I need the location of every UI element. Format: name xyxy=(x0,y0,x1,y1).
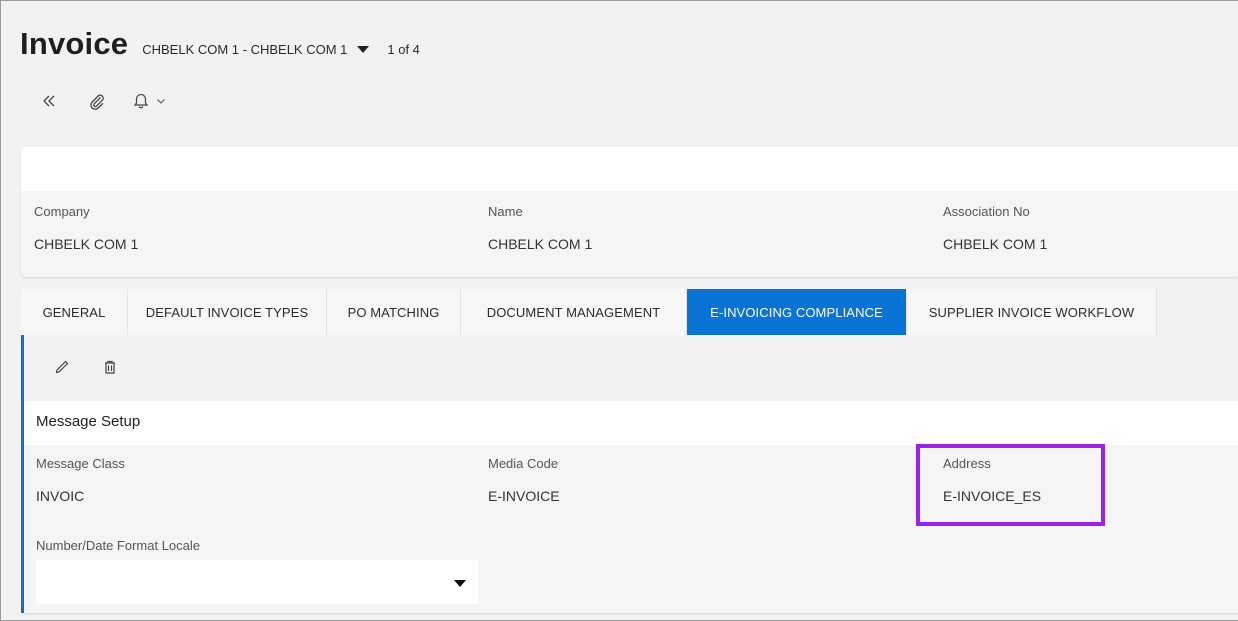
tab-supplier-invoice-workflow[interactable]: SUPPLIER INVOICE WORKFLOW xyxy=(907,289,1157,335)
message-class-value: INVOIC xyxy=(36,488,85,504)
company-label: Company xyxy=(34,204,90,219)
record-selector[interactable]: CHBELK COM 1 - CHBELK COM 1 xyxy=(142,42,370,57)
tab-bar: GENERAL DEFAULT INVOICE TYPES PO MATCHIN… xyxy=(21,289,1157,335)
chevron-down-icon[interactable] xyxy=(156,96,166,106)
caret-down-icon xyxy=(357,46,370,53)
company-field: Company CHBELK COM 1 xyxy=(34,204,138,252)
name-label: Name xyxy=(488,204,523,219)
media-code-field: Media Code E-INVOICE xyxy=(488,456,560,504)
name-field: Name CHBELK COM 1 xyxy=(488,204,592,252)
media-code-value: E-INVOICE xyxy=(488,488,560,504)
address-value: E-INVOICE_ES xyxy=(943,488,1042,504)
tab-document-management[interactable]: DOCUMENT MANAGEMENT xyxy=(461,289,687,335)
tab-default-invoice-types[interactable]: DEFAULT INVOICE TYPES xyxy=(128,289,327,335)
company-fields-band: Company CHBELK COM 1 Name CHBELK COM 1 A… xyxy=(21,191,1238,277)
tab-content-panel: Message Setup Message Class INVOIC Media… xyxy=(21,335,1238,613)
name-value: CHBELK COM 1 xyxy=(488,236,593,252)
page-header: Invoice CHBELK COM 1 - CHBELK COM 1 1 of… xyxy=(20,26,420,62)
locale-label: Number/Date Format Locale xyxy=(36,538,201,553)
address-field: Address E-INVOICE_ES xyxy=(943,456,1041,504)
address-label: Address xyxy=(943,456,991,471)
association-no-label: Association No xyxy=(943,204,1030,219)
page-title: Invoice xyxy=(20,26,129,61)
caret-down-icon xyxy=(454,580,466,587)
paperclip-icon[interactable] xyxy=(88,92,106,110)
section-title: Message Setup xyxy=(36,413,141,430)
message-class-field: Message Class INVOIC xyxy=(36,456,125,504)
tab-e-invoicing-compliance[interactable]: E-INVOICING COMPLIANCE xyxy=(687,289,907,335)
association-no-value: CHBELK COM 1 xyxy=(943,236,1048,252)
company-header-card: Company CHBELK COM 1 Name CHBELK COM 1 A… xyxy=(21,147,1238,277)
tab-po-matching[interactable]: PO MATCHING xyxy=(327,289,461,335)
pencil-icon[interactable] xyxy=(54,359,70,375)
bell-icon[interactable] xyxy=(132,92,150,110)
page-toolbar xyxy=(40,92,166,110)
company-value: CHBELK COM 1 xyxy=(34,236,139,252)
media-code-label: Media Code xyxy=(488,456,559,471)
record-selector-label: CHBELK COM 1 - CHBELK COM 1 xyxy=(142,42,348,57)
association-no-field: Association No CHBELK COM 1 xyxy=(943,204,1047,252)
locale-field: Number/Date Format Locale xyxy=(36,538,200,553)
locale-select[interactable] xyxy=(36,560,478,604)
message-setup-section: Message Setup Message Class INVOIC Media… xyxy=(24,401,1238,613)
double-chevron-left-icon[interactable] xyxy=(40,92,58,110)
section-toolbar xyxy=(54,359,118,375)
tab-general[interactable]: GENERAL xyxy=(21,289,128,335)
record-count: 1 of 4 xyxy=(387,42,420,57)
message-class-label: Message Class xyxy=(36,456,125,471)
trash-icon[interactable] xyxy=(102,359,118,375)
